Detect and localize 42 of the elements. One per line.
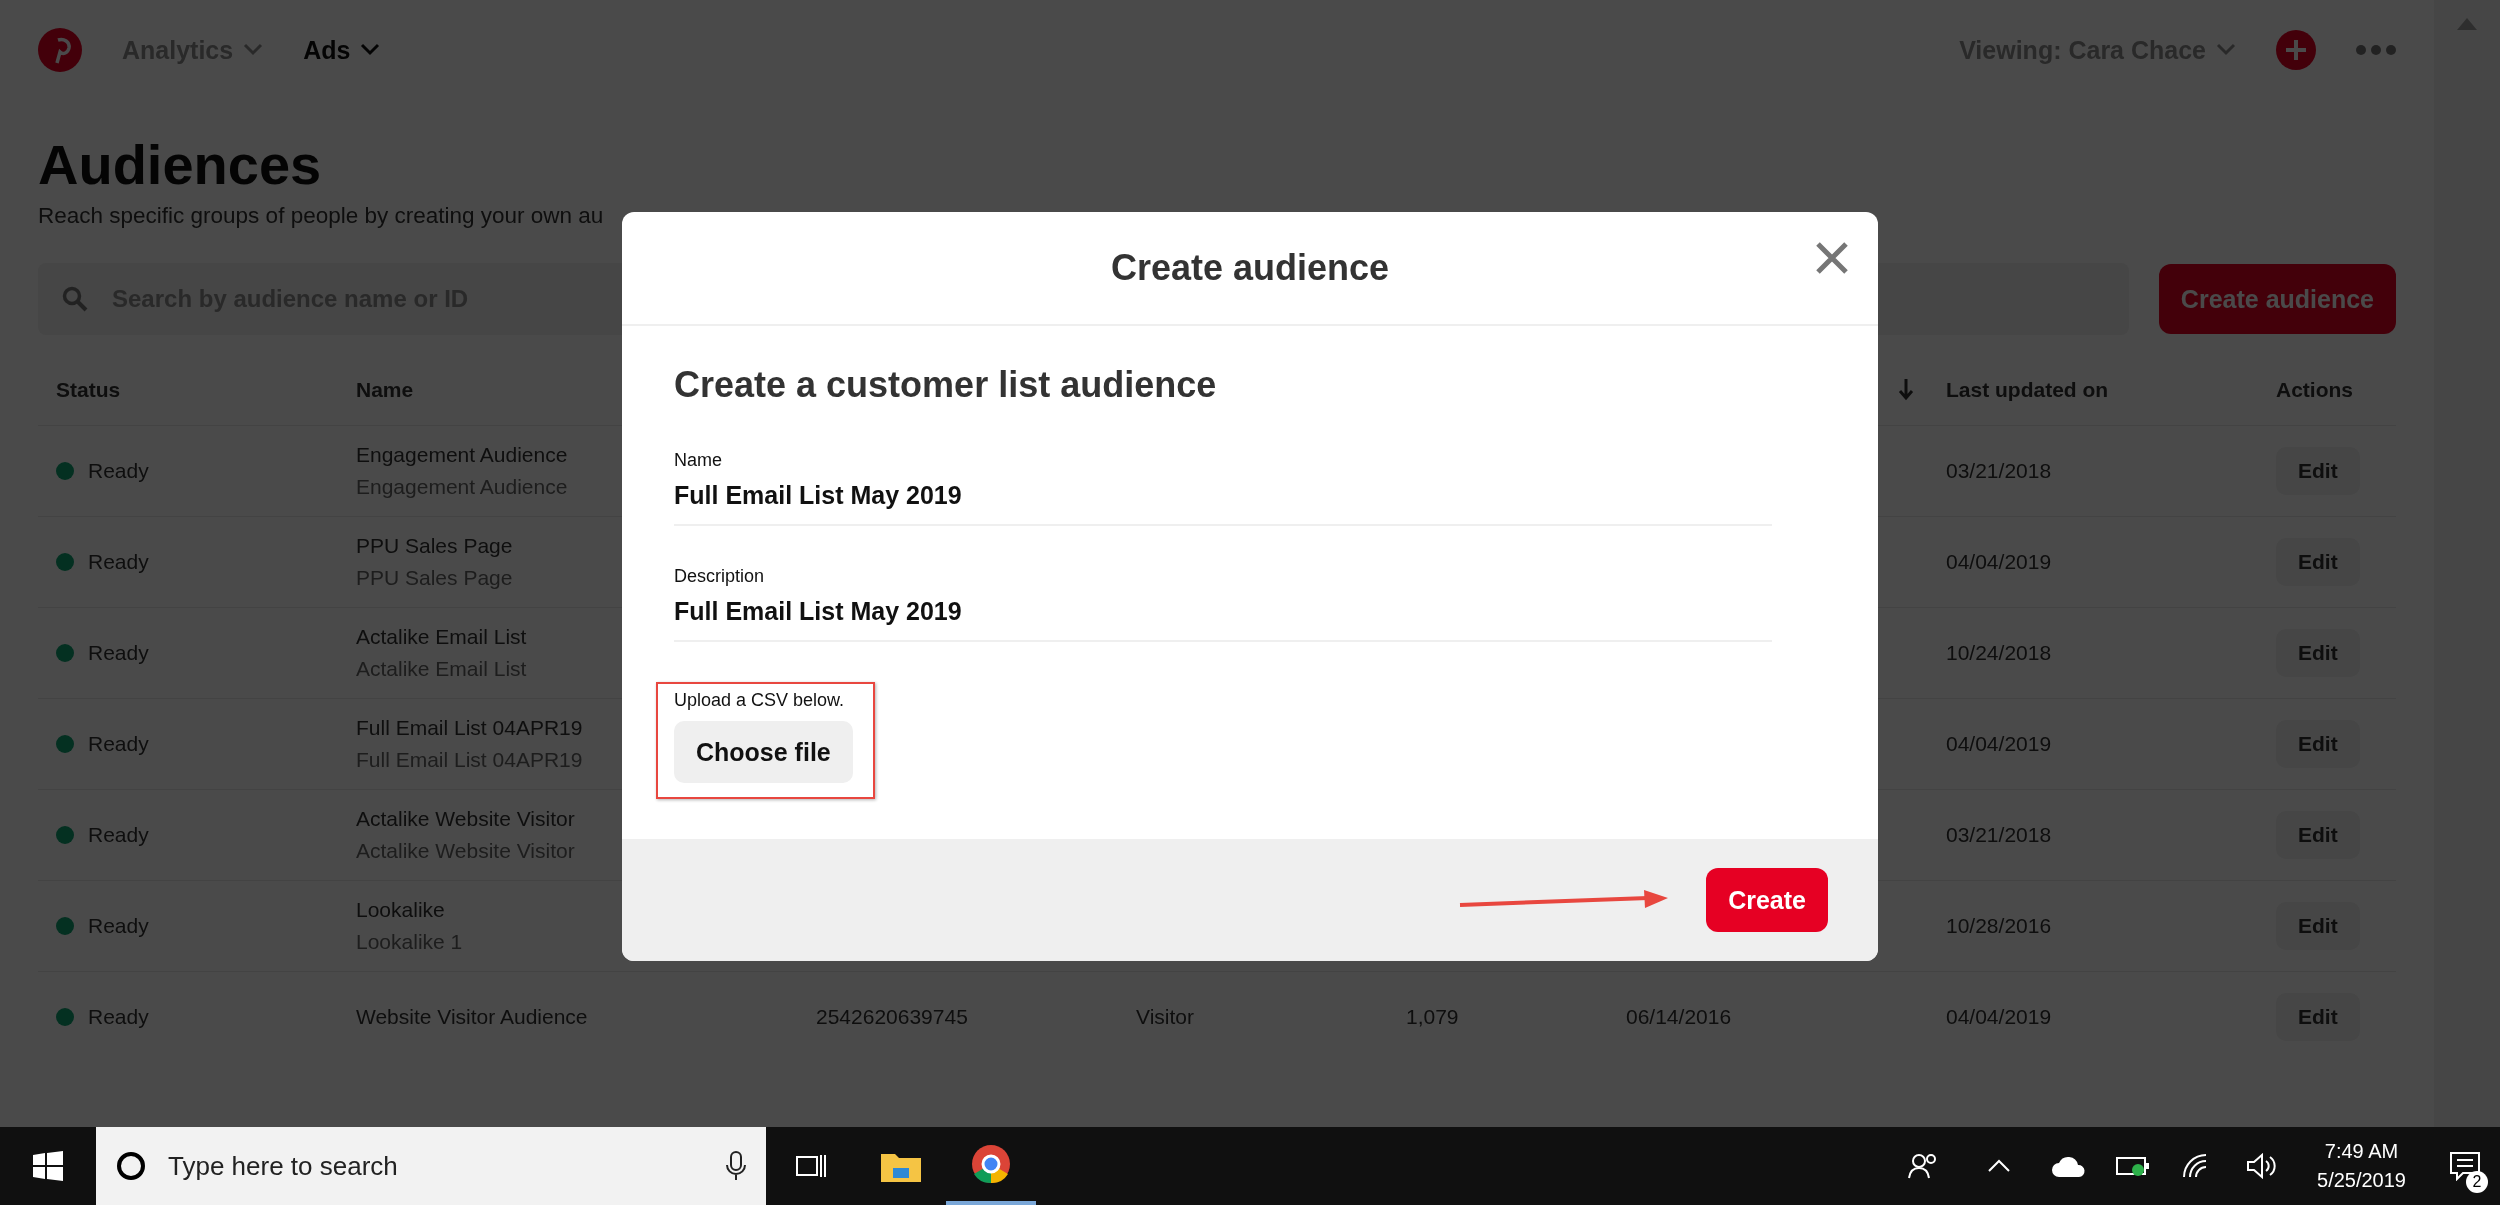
- taskbar-search-input[interactable]: Type here to search: [166, 1149, 706, 1183]
- table-cell: 1,079: [1406, 1005, 1459, 1029]
- page-title: Audiences: [38, 132, 323, 197]
- table-cell: 03/21/2018: [1946, 823, 2052, 847]
- table-cell: 2542620639745: [816, 1005, 968, 1029]
- microphone-icon[interactable]: [726, 1151, 746, 1181]
- cortana-icon: [116, 1151, 146, 1181]
- table-cell: 10/24/2018: [1946, 641, 2052, 665]
- table-cell: 03/21/2018: [1946, 459, 2052, 483]
- status-text: Ready: [88, 823, 149, 847]
- choose-file-button[interactable]: Choose file: [674, 721, 853, 783]
- audience-name: Actalike Website Visitor: [356, 807, 575, 831]
- page-subtitle: Reach specific groups of people by creating your own au: [38, 203, 604, 229]
- audience-name: Actalike Email List: [356, 625, 527, 649]
- form-heading: Create a customer list audience: [674, 364, 1218, 406]
- status-text: Ready: [88, 641, 149, 665]
- status-text: Ready: [88, 550, 149, 574]
- table-cell: 04/04/2019: [1946, 550, 2052, 574]
- field-label: Description: [674, 566, 766, 587]
- table-cell: 04/04/2019: [1946, 1005, 2052, 1029]
- field-label: Name: [674, 450, 723, 471]
- notification-count: 2: [2466, 1171, 2488, 1193]
- table-cell: 06/14/2016: [1626, 1005, 1732, 1029]
- notifications-button[interactable]: 2: [2430, 1127, 2500, 1205]
- table-cell: Visitor: [1136, 1005, 1194, 1029]
- modal-title: Create audience: [1110, 247, 1390, 289]
- audience-name: Lookalike: [356, 898, 445, 922]
- audience-name: Full Email List 04APR19: [356, 716, 583, 740]
- taskbar-search-field[interactable]: Type here to search: [96, 1127, 766, 1205]
- audience-name: Engagement Audience: [356, 443, 568, 467]
- windows-logo-icon[interactable]: [33, 1151, 63, 1181]
- table-cell: 10/28/2016: [1946, 914, 2052, 938]
- audience-name: PPU Sales Page: [356, 534, 513, 558]
- status-text: Ready: [88, 732, 149, 756]
- status-text: Ready: [88, 459, 149, 483]
- create-button[interactable]: Create: [1706, 868, 1828, 932]
- status-text: Ready: [88, 914, 149, 938]
- audience-name: Website Visitor Audience: [356, 1005, 588, 1029]
- clock[interactable]: 7:49 AM 5/25/2019: [2293, 1140, 2430, 1192]
- upload-label: Upload a CSV below.: [674, 690, 846, 711]
- status-text: Ready: [88, 1005, 149, 1029]
- table-cell: 04/04/2019: [1946, 732, 2052, 756]
